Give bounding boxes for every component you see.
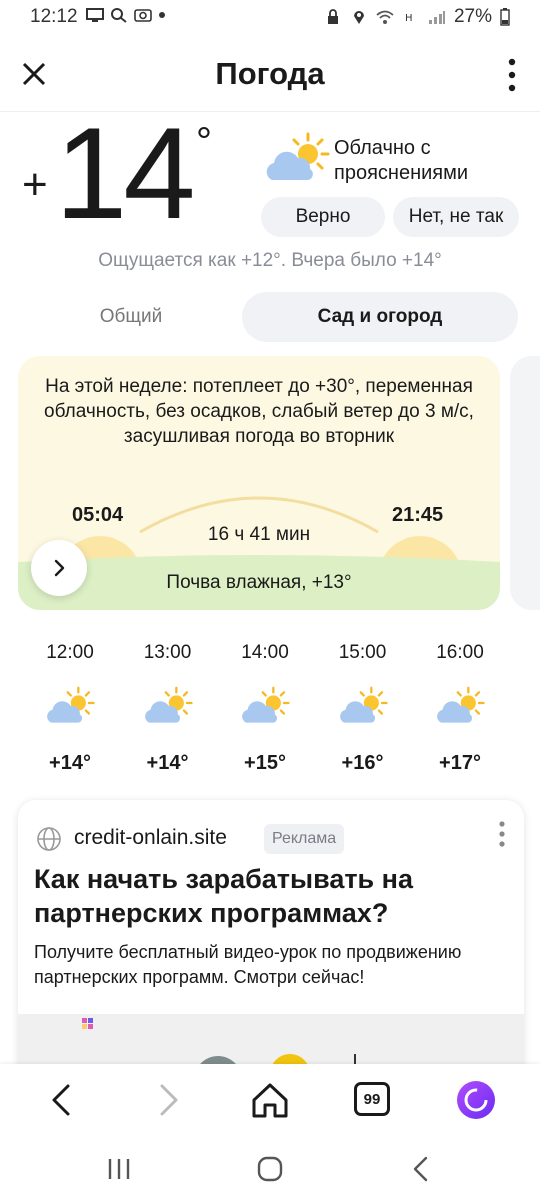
location-icon <box>353 11 364 24</box>
weather-condition: Облачно с прояснениями <box>334 137 469 184</box>
camera-icon <box>134 9 152 22</box>
weekly-summary: На этой неделе: потеплеет до +30°, перем… <box>44 376 474 447</box>
globe-icon <box>37 827 61 851</box>
tab-general[interactable]: Общий <box>40 292 222 342</box>
hourly-item[interactable]: 13:00 +14° <box>123 642 213 775</box>
ad-headline[interactable]: Как начать зарабатывать на партнерских п… <box>34 862 504 930</box>
feedback-correct-button[interactable]: Верно <box>261 197 385 237</box>
chevron-right-icon <box>54 559 65 577</box>
back-arrow-icon[interactable] <box>42 1080 82 1120</box>
recents-icon[interactable] <box>104 1154 134 1184</box>
home-icon[interactable] <box>250 1080 290 1120</box>
ad-menu-icon[interactable] <box>498 820 506 848</box>
temperature-degree: ° <box>196 120 212 164</box>
current-temperature: 14 <box>55 100 196 246</box>
hourly-item[interactable]: 16:00 +17° <box>415 642 505 775</box>
hourly-item[interactable]: 12:00 +14° <box>25 642 115 775</box>
forward-arrow-icon[interactable] <box>148 1080 188 1120</box>
hourly-temperature: +17° <box>439 752 481 774</box>
hourly-time: 13:00 <box>143 642 192 663</box>
search-icon <box>111 8 127 23</box>
partly-cloudy-icon <box>437 686 485 723</box>
page-title: Погода <box>215 56 325 91</box>
back-chevron-icon[interactable] <box>406 1154 436 1184</box>
signal-icon <box>428 11 445 24</box>
hourly-time: 14:00 <box>241 642 289 663</box>
hourly-temperature: +15° <box>244 752 286 774</box>
next-card-peek[interactable] <box>510 356 540 610</box>
browser-toolbar: 99 <box>0 1064 540 1136</box>
partly-cloudy-icon <box>266 132 330 180</box>
hourly-item[interactable]: 15:00 +16° <box>318 642 408 775</box>
temperature-sign: + <box>22 160 48 209</box>
more-vertical-icon[interactable] <box>506 58 518 92</box>
hourly-time: 15:00 <box>338 642 387 663</box>
lock-icon <box>327 9 338 24</box>
screen-cast-icon <box>86 8 104 22</box>
feels-like-text: Ощущается как +12°. Вчера было +14° <box>98 250 442 271</box>
hourly-time: 16:00 <box>436 642 484 663</box>
battery-percent: 27% <box>453 6 492 27</box>
hourly-time: 12:00 <box>46 642 94 663</box>
hourly-temperature: +16° <box>341 752 384 774</box>
battery-icon <box>500 8 510 26</box>
hourly-item[interactable]: 14:00 +15° <box>220 642 310 775</box>
data-icon: H <box>405 13 413 24</box>
ad-badge: Реклама <box>264 824 345 854</box>
system-navigation-bar <box>0 1136 540 1200</box>
partly-cloudy-icon <box>339 686 388 723</box>
day-length: 16 ч 41 мин <box>207 524 311 545</box>
partly-cloudy-icon <box>242 686 290 723</box>
status-time: 12:12 <box>30 6 78 27</box>
hourly-temperature: +14° <box>146 752 189 774</box>
tabs-counter-button[interactable]: 99 <box>354 1082 390 1116</box>
partly-cloudy-icon <box>144 686 193 723</box>
partly-cloudy-icon <box>47 686 95 723</box>
ad-domain[interactable]: credit-onlain.site <box>74 826 227 850</box>
soil-status: Почва влажная, +13° <box>166 572 352 593</box>
dot-icon <box>159 12 165 18</box>
home-circle-icon[interactable] <box>255 1154 285 1184</box>
ad-card[interactable]: credit-onlain.site Реклама Как начать за… <box>18 800 524 1080</box>
alice-assistant-icon[interactable] <box>456 1080 496 1120</box>
feedback-incorrect-button[interactable]: Нет, не так <box>393 197 519 237</box>
next-card-button[interactable] <box>31 540 87 596</box>
wifi-icon <box>376 10 394 24</box>
status-bar: 12:12 H 27% <box>0 0 540 36</box>
tab-garden[interactable]: Сад и огород <box>242 292 518 342</box>
ad-body: Получите бесплатный видео-урок по продви… <box>34 942 462 987</box>
svg-text:H: H <box>405 13 413 24</box>
garden-card: На этой неделе: потеплеет до +30°, перем… <box>18 356 500 610</box>
hourly-temperature: +14° <box>49 752 91 774</box>
